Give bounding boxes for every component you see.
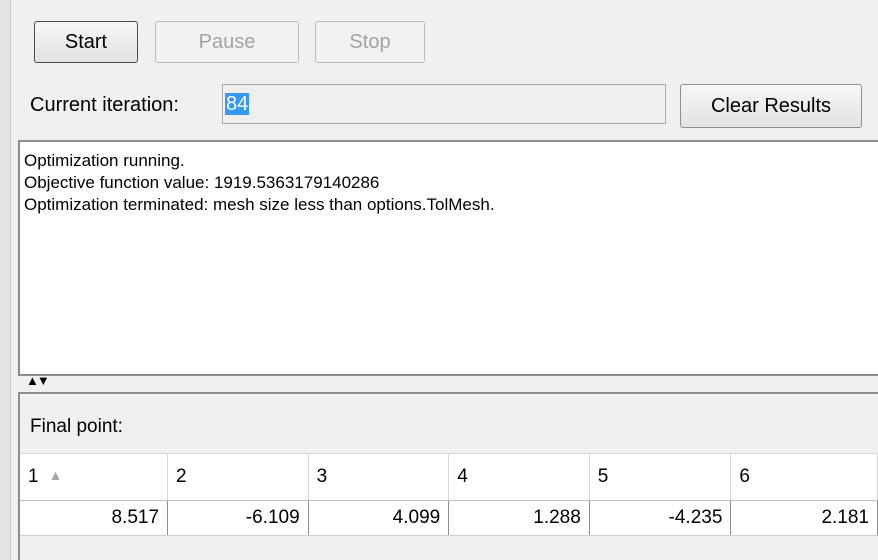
splitter-arrows-icon[interactable]: ▲▼ [26,374,50,388]
start-button[interactable]: Start [34,21,138,63]
log-line: Objective function value: 1919.536317914… [24,173,380,192]
table-cell[interactable]: 4.099 [308,500,450,536]
pause-button[interactable]: Pause [155,21,299,63]
table-cell[interactable]: 1.288 [448,500,590,536]
table-cell[interactable]: -6.109 [167,500,309,536]
current-iteration-field[interactable]: 84 [222,84,666,124]
final-point-title: Final point: [30,416,123,437]
table-cell[interactable]: 8.517 [20,500,169,536]
log-line: Optimization running. [24,151,185,170]
column-header-1[interactable]: 1 ▲ [20,453,169,501]
column-header-3[interactable]: 3 [308,453,450,501]
table-cell[interactable]: 2.181 [730,500,878,536]
table-header-row: 1 ▲ 2 3 4 5 6 [20,453,878,501]
table-cell[interactable]: -4.235 [589,500,732,536]
current-iteration-label: Current iteration: [30,94,179,116]
stop-button[interactable]: Stop [315,21,425,63]
column-header-5[interactable]: 5 [589,453,732,501]
column-header-6[interactable]: 6 [730,453,878,501]
final-point-table: 1 ▲ 2 3 4 5 6 8.517 -6.109 4.099 1.288 -4… [20,453,878,536]
clear-results-button[interactable]: Clear Results [680,84,862,128]
current-iteration-value: 84 [225,93,250,115]
column-header-4[interactable]: 4 [448,453,590,501]
log-line: Optimization terminated: mesh size less … [24,195,495,214]
column-header-2[interactable]: 2 [167,453,309,501]
left-panel-edge [0,0,11,560]
sort-ascending-icon: ▲ [48,467,63,483]
final-point-panel: Final point: 1 ▲ 2 3 4 5 6 8.517 -6.109 4… [18,392,878,560]
table-row: 8.517 -6.109 4.099 1.288 -4.235 2.181 [20,500,878,536]
status-log[interactable]: Optimization running. Objective function… [18,140,878,376]
